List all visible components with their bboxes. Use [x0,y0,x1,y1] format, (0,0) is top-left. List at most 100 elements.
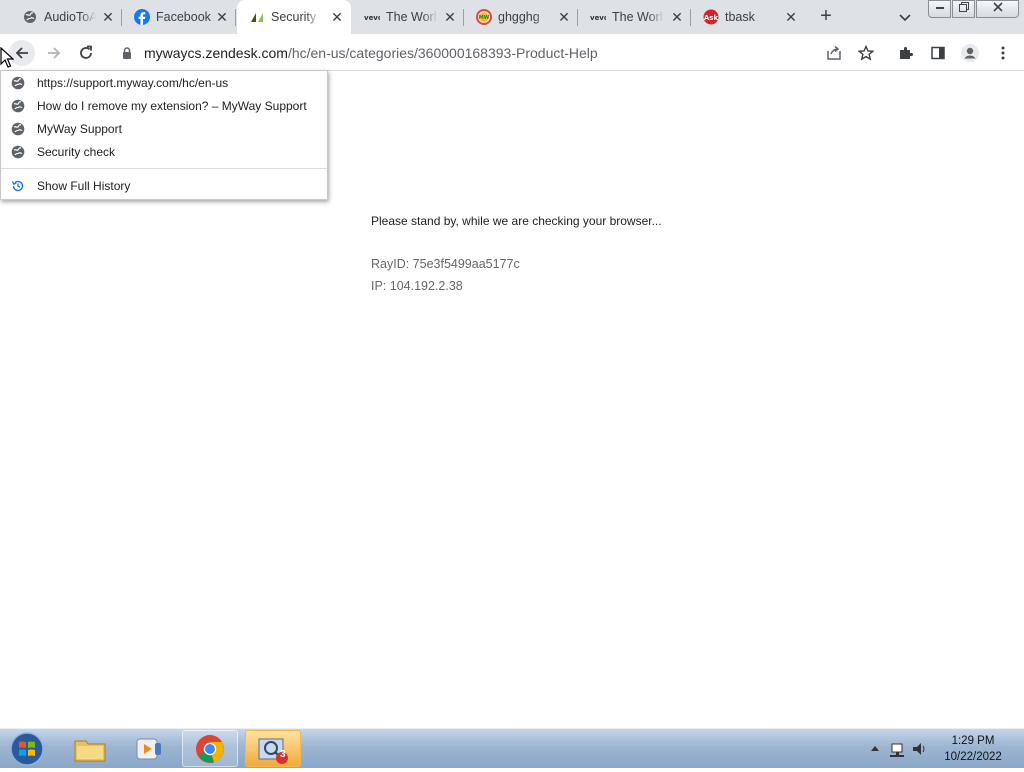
profile-button[interactable] [957,40,983,66]
vevo-icon: vevo [590,9,606,25]
side-panel-button[interactable] [925,40,951,66]
clock-time: 1:29 PM [951,735,995,747]
system-clock[interactable]: 1:29 PM 10/22/2022 [938,733,1008,765]
myway-icon: MW [476,9,492,25]
tab-title: tbask [725,10,755,24]
show-full-history-label: Show Full History [37,179,131,193]
start-button[interactable] [8,731,46,767]
tab-title: Facebook [156,10,211,24]
zendesk-icon [249,9,265,25]
close-window-button[interactable] [976,0,1019,18]
taskbar-badge: 3 [280,749,286,760]
mouse-cursor [0,47,14,68]
tab-strip: AudioToA ✕ Facebook ✕ Security c ✕ vevo … [0,0,1024,34]
history-item-label: https://support.myway.com/hc/en-us [37,76,229,90]
media-player-icon [136,738,161,759]
puzzle-icon [900,47,913,59]
close-tab-icon[interactable]: ✕ [329,9,345,25]
clock-date: 10/22/2022 [944,751,1002,763]
lock-icon[interactable] [120,46,134,60]
tab-separator [235,9,236,26]
arrow-left-icon [15,47,28,59]
chrome-icon [196,734,224,763]
tab-title: The Worl [386,10,437,24]
globe-icon [22,9,38,25]
close-tab-icon[interactable]: ✕ [556,9,572,25]
show-hidden-icons-icon[interactable] [871,746,879,751]
tab-security-check[interactable]: Security c ✕ [237,0,351,34]
tab-the-world-2[interactable]: vevo The Worl ✕ [578,0,691,34]
ray-id: RayID: 75e3f5499aa5177c [371,257,520,271]
new-tab-button[interactable]: + [815,6,837,28]
standby-message: Please stand by, while we are checking y… [371,214,662,228]
reload-icon [80,45,92,59]
restore-icon [958,2,969,12]
close-tab-icon[interactable]: ✕ [669,9,685,25]
reload-button[interactable] [73,40,99,66]
close-tab-icon[interactable]: ✕ [214,9,230,25]
arrow-right-icon [48,47,61,59]
avatar-icon [961,44,979,62]
tab-ghgghg[interactable]: MW ghgghg ✕ [464,0,578,34]
tab-audiotoa[interactable]: AudioToA ✕ [0,0,122,34]
chrome-taskbar-button[interactable] [182,730,238,767]
back-history-menu: https://support.myway.com/hc/en-us How d… [0,70,328,200]
history-item[interactable]: How do I remove my extension? – MyWay Su… [1,95,327,117]
globe-icon [11,99,25,113]
restore-button[interactable] [952,0,975,18]
tab-tbask[interactable]: Ask tbask ✕ [691,0,805,34]
file-explorer-button[interactable] [62,730,118,767]
close-icon [992,2,1003,12]
history-item-label: MyWay Support [37,122,122,136]
tab-title: The Worl [612,10,663,24]
system-tray [866,739,936,759]
globe-icon [11,145,25,159]
side-panel-icon [931,46,945,60]
address-url: mywaycs.zendesk.com/hc/en-us/categories/… [144,45,598,61]
bookmark-button[interactable] [853,40,879,66]
tool-taskbar-button[interactable]: 3 [245,730,301,767]
tab-title: Security c [271,10,321,24]
ip-address: IP: 104.192.2.38 [371,279,463,293]
address-bar[interactable]: mywaycs.zendesk.com/hc/en-us/categories/… [106,38,886,67]
history-icon [11,180,24,192]
history-item[interactable]: Security check [1,141,327,163]
svg-text:Ask: Ask [704,14,719,22]
close-tab-icon[interactable]: ✕ [442,9,458,25]
media-player-button[interactable] [121,730,177,767]
share-icon [827,45,841,60]
star-icon [858,45,874,61]
globe-icon [11,122,25,136]
volume-icon[interactable] [913,743,925,755]
history-item-label: Security check [37,145,116,159]
facebook-icon [134,9,150,25]
kebab-menu-icon [1001,46,1005,60]
close-tab-icon[interactable]: ✕ [783,9,799,25]
minimize-button[interactable] [928,0,951,18]
globe-icon [11,76,25,90]
svg-text:vevo: vevo [590,14,606,22]
extensions-button[interactable] [893,40,919,66]
menu-divider [1,168,327,169]
network-icon[interactable] [890,743,904,757]
chrome-menu-button[interactable] [990,40,1016,66]
tab-title: ghgghg [498,10,540,24]
history-item[interactable]: https://support.myway.com/hc/en-us [1,72,327,94]
chevron-down-icon [899,14,911,22]
minimize-icon [935,7,944,9]
vevo-icon: vevo [364,9,380,25]
history-item[interactable]: MyWay Support [1,118,327,140]
tab-search-button[interactable] [896,8,914,26]
windows-logo-icon [10,732,44,766]
tab-facebook[interactable]: Facebook ✕ [112,0,236,34]
show-full-history-item[interactable]: Show Full History [1,175,327,197]
share-button[interactable] [821,40,847,66]
tab-the-world-1[interactable]: vevo The Worl ✕ [352,0,464,34]
address-host: mywaycs.zendesk.com [144,44,288,61]
folder-icon [74,740,106,761]
forward-button[interactable] [41,40,67,66]
history-item-label: How do I remove my extension? – MyWay Su… [37,99,307,113]
svg-text:vevo: vevo [364,14,380,22]
browser-toolbar: mywaycs.zendesk.com/hc/en-us/categories/… [0,34,1024,71]
tab-title: AudioToA [44,10,96,24]
